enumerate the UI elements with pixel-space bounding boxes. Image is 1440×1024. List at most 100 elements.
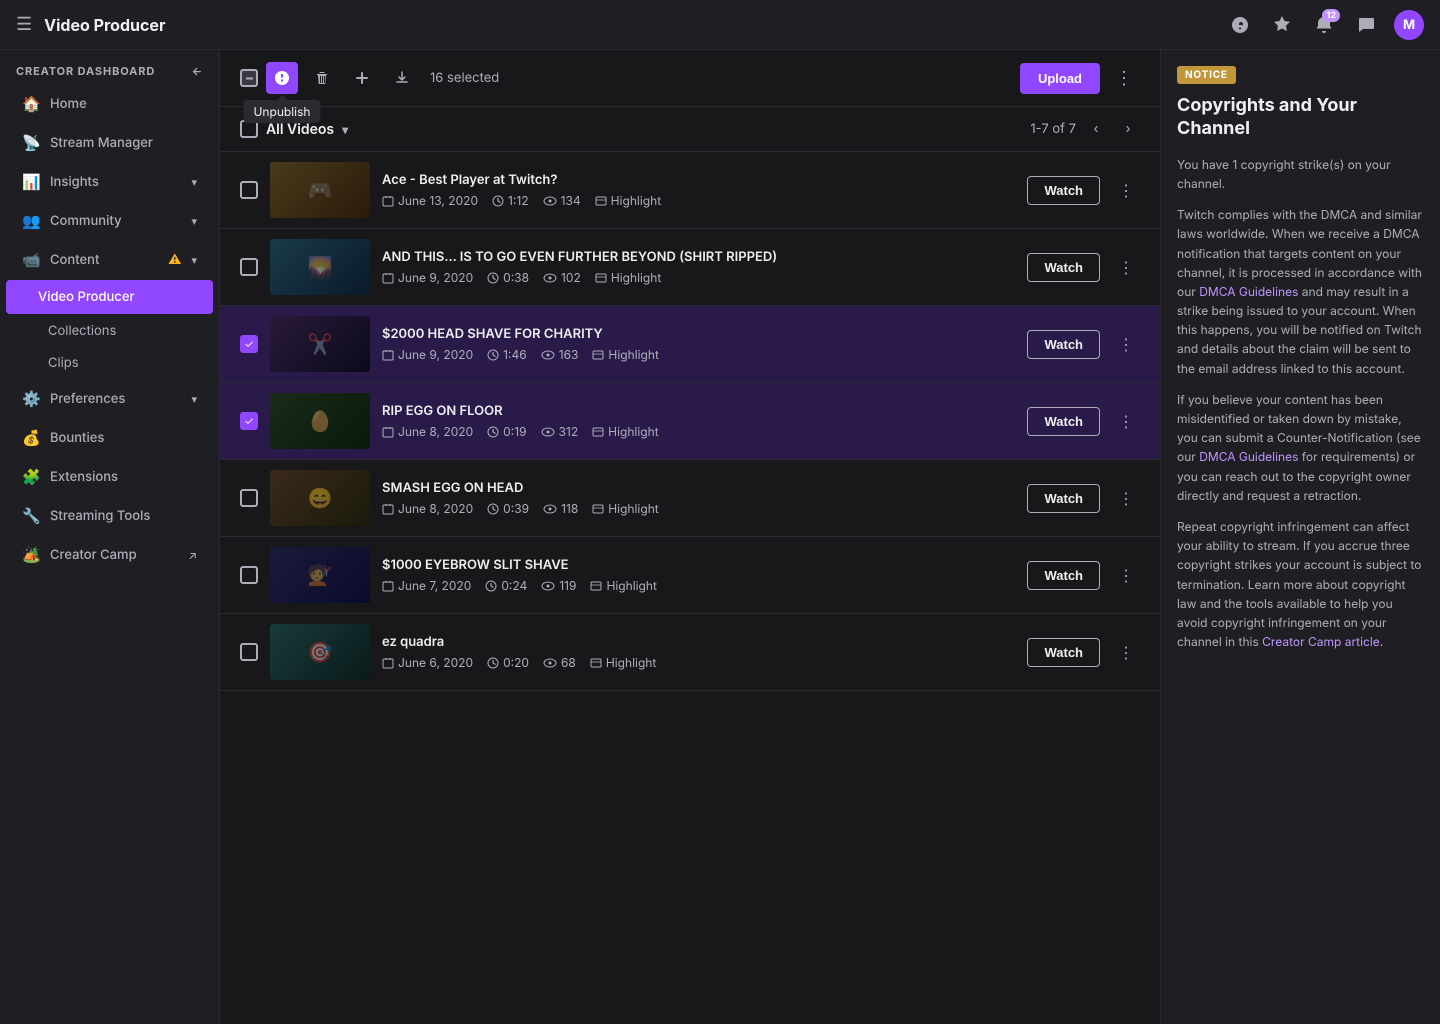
sidebar-item-preferences[interactable]: ⚙️ Preferences ▾ (6, 380, 213, 417)
row-more-button[interactable]: ⋮ (1112, 484, 1140, 512)
add-button[interactable] (346, 62, 378, 94)
sidebar-item-streaming-tools[interactable]: 🔧 Streaming Tools (6, 497, 213, 534)
video-date: June 13, 2020 (382, 193, 478, 208)
sidebar-item-content-label: Content (50, 252, 158, 268)
watch-button[interactable]: Watch (1027, 484, 1100, 513)
more-options-button[interactable]: ⋮ (1108, 62, 1140, 94)
video-info: ez quadra June 6, 2020 0:20 68 (382, 634, 1015, 670)
table-row[interactable]: ✓ 🥚 RIP EGG ON FLOOR June 8, 2020 0:19 (220, 383, 1160, 460)
video-list: 🎮 Ace - Best Player at Twitch? June 13, … (220, 152, 1160, 1024)
row-checkbox[interactable] (240, 489, 258, 507)
content-warning-icon: ⚠ (168, 252, 181, 268)
toolbar: Unpublish (220, 50, 1160, 107)
help-icon[interactable] (1226, 11, 1254, 39)
row-more-button[interactable]: ⋮ (1112, 176, 1140, 204)
video-thumbnail: 🎯 (270, 624, 370, 680)
header-checkbox[interactable] (240, 120, 258, 138)
creator-camp-link[interactable]: Creator Camp article (1262, 634, 1380, 649)
row-more-button[interactable]: ⋮ (1112, 330, 1140, 358)
video-title: $2000 HEAD SHAVE FOR CHARITY (382, 326, 1015, 342)
video-title: SMASH EGG ON HEAD (382, 480, 1015, 496)
topnav-title: Video Producer (44, 15, 165, 35)
chat-icon[interactable] (1352, 11, 1380, 39)
download-button[interactable] (386, 62, 418, 94)
highlight-icon[interactable] (1268, 11, 1296, 39)
stream-manager-icon: 📡 (22, 133, 40, 152)
row-more-button[interactable]: ⋮ (1112, 253, 1140, 281)
watch-button[interactable]: Watch (1027, 638, 1100, 667)
table-row[interactable]: 😄 SMASH EGG ON HEAD June 8, 2020 0:39 (220, 460, 1160, 537)
sidebar-item-preferences-label: Preferences (50, 391, 181, 407)
video-meta: June 9, 2020 1:46 163 Highlight (382, 347, 1015, 362)
table-row[interactable]: 🎮 Ace - Best Player at Twitch? June 13, … (220, 152, 1160, 229)
pagination-prev-button[interactable]: ‹ (1084, 117, 1108, 141)
sidebar-item-home-label: Home (50, 96, 197, 112)
upload-button[interactable]: Upload (1020, 63, 1100, 94)
topnav-right: 12 M (1226, 10, 1424, 40)
sidebar-item-content[interactable]: 📹 Content ⚠ ▾ (6, 241, 213, 278)
row-more-button[interactable]: ⋮ (1112, 638, 1140, 666)
row-checkbox[interactable]: ✓ (240, 335, 258, 353)
watch-button[interactable]: Watch (1027, 561, 1100, 590)
table-row[interactable]: 💇 $1000 EYEBROW SLIT SHAVE June 7, 2020 … (220, 537, 1160, 614)
watch-button[interactable]: Watch (1027, 330, 1100, 359)
main-content: Unpublish (220, 50, 1440, 1024)
video-thumbnail: 🎮 (270, 162, 370, 218)
sidebar-section-header: CREATOR DASHBOARD ← (0, 50, 219, 84)
table-row[interactable]: 🌄 AND THIS... IS TO GO EVEN FURTHER BEYO… (220, 229, 1160, 306)
sidebar-item-bounties[interactable]: 💰 Bounties (6, 419, 213, 456)
sidebar-item-community[interactable]: 👥 Community ▾ (6, 202, 213, 239)
user-avatar[interactable]: M (1394, 10, 1424, 40)
watch-button[interactable]: Watch (1027, 253, 1100, 282)
select-all-checkbox[interactable] (240, 69, 258, 87)
hamburger-icon[interactable]: ☰ (16, 14, 32, 35)
all-videos-selector[interactable]: All Videos ▾ (240, 120, 348, 138)
row-more-button[interactable]: ⋮ (1112, 407, 1140, 435)
insights-chevron-icon: ▾ (191, 175, 197, 189)
row-checkbox[interactable] (240, 258, 258, 276)
video-info: SMASH EGG ON HEAD June 8, 2020 0:39 118 (382, 480, 1015, 516)
watch-button[interactable]: Watch (1027, 407, 1100, 436)
sidebar-item-insights[interactable]: 📊 Insights ▾ (6, 163, 213, 200)
sidebar-item-stream-manager[interactable]: 📡 Stream Manager (6, 124, 213, 161)
filter-label: All Videos (266, 121, 334, 138)
creator-camp-icon: 🏕️ (22, 545, 40, 564)
notifications-icon[interactable]: 12 (1310, 11, 1338, 39)
watch-button[interactable]: Watch (1027, 176, 1100, 205)
row-checkbox[interactable] (240, 566, 258, 584)
notice-para-3: If you believe your content has been mis… (1177, 390, 1424, 505)
sidebar-item-collections[interactable]: Collections (6, 316, 213, 346)
video-duration: 0:24 (485, 578, 527, 593)
sidebar-item-home[interactable]: 🏠 Home (6, 85, 213, 122)
sidebar-item-creator-camp[interactable]: 🏕️ Creator Camp ↗ (6, 536, 213, 573)
video-views: 134 (543, 193, 581, 208)
unpublish-button[interactable] (266, 62, 298, 94)
video-views: 119 (541, 578, 576, 593)
sidebar-item-extensions[interactable]: 🧩 Extensions (6, 458, 213, 495)
sidebar-item-extensions-label: Extensions (50, 469, 197, 485)
table-row[interactable]: 🎯 ez quadra June 6, 2020 0:20 68 (220, 614, 1160, 691)
sidebar-back-icon[interactable]: ← (192, 64, 203, 78)
table-row[interactable]: ✓ ✂️ $2000 HEAD SHAVE FOR CHARITY June 9… (220, 306, 1160, 383)
extensions-icon: 🧩 (22, 467, 40, 486)
video-duration: 0:20 (487, 655, 529, 670)
video-info: RIP EGG ON FLOOR June 8, 2020 0:19 312 (382, 403, 1015, 439)
video-thumbnail: 😄 (270, 470, 370, 526)
pagination-next-button[interactable]: › (1116, 117, 1140, 141)
row-checkbox[interactable] (240, 643, 258, 661)
bounties-icon: 💰 (22, 428, 40, 447)
sidebar-item-creator-camp-label: Creator Camp (50, 547, 178, 563)
dmca-guidelines-link-1[interactable]: DMCA Guidelines (1199, 284, 1298, 299)
sidebar-item-clips[interactable]: Clips (6, 348, 213, 378)
row-checkbox[interactable]: ✓ (240, 412, 258, 430)
sidebar-item-video-producer[interactable]: Video Producer (6, 280, 213, 314)
video-views: 312 (541, 424, 579, 439)
dmca-guidelines-link-2[interactable]: DMCA Guidelines (1199, 449, 1298, 464)
row-checkbox[interactable] (240, 181, 258, 199)
delete-button[interactable] (306, 62, 338, 94)
row-more-button[interactable]: ⋮ (1112, 561, 1140, 589)
video-type: Highlight (590, 578, 656, 593)
preferences-chevron-icon: ▾ (191, 392, 197, 406)
sidebar-item-collections-label: Collections (48, 323, 116, 339)
sidebar-item-community-label: Community (50, 213, 181, 229)
